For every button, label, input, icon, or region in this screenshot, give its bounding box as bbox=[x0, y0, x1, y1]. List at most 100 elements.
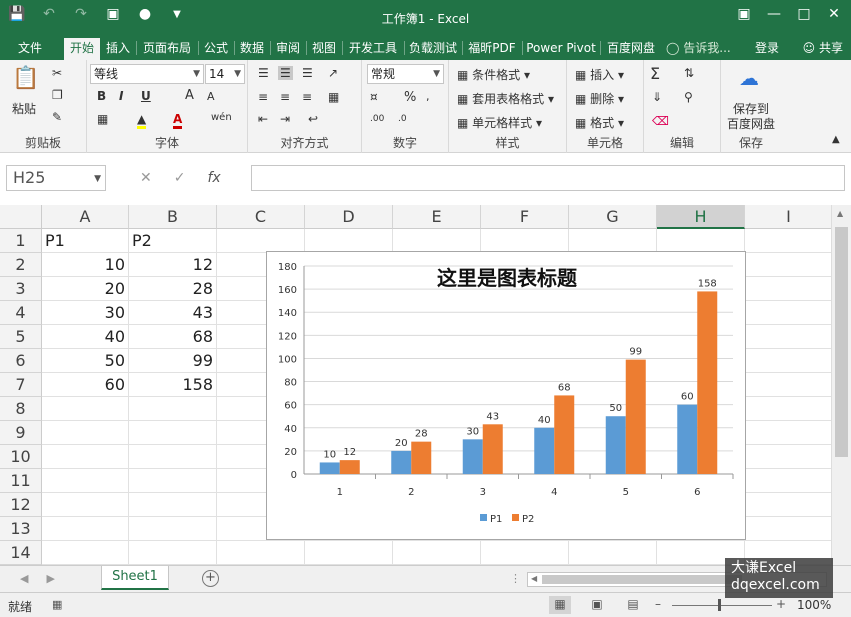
cell-i6[interactable] bbox=[745, 349, 831, 373]
tab-page-layout[interactable]: 页面布局 bbox=[138, 38, 196, 60]
cell-i12[interactable] bbox=[745, 493, 831, 517]
row-header[interactable]: 4 bbox=[0, 301, 42, 325]
cell-d1[interactable] bbox=[305, 229, 393, 253]
cell-i5[interactable] bbox=[745, 325, 831, 349]
cell-a4[interactable]: 30 bbox=[42, 301, 129, 325]
cell-i8[interactable] bbox=[745, 397, 831, 421]
delete-cells-button[interactable]: ▦ 删除 ▾ bbox=[575, 90, 624, 107]
tab-load-test[interactable]: 负载测试 bbox=[406, 38, 460, 60]
cell-i9[interactable] bbox=[745, 421, 831, 445]
row-header[interactable]: 6 bbox=[0, 349, 42, 373]
clear-icon[interactable]: ⌫ bbox=[652, 114, 669, 128]
row-header[interactable]: 7 bbox=[0, 373, 42, 397]
font-color-icon[interactable]: A bbox=[173, 112, 183, 129]
ribbon-display-icon[interactable]: ▣ bbox=[731, 6, 757, 22]
cell-c1[interactable] bbox=[217, 229, 305, 253]
cell-c14[interactable] bbox=[217, 541, 305, 565]
column-header[interactable]: C bbox=[217, 205, 305, 229]
share-button[interactable]: ☺ 共享 bbox=[803, 39, 843, 56]
row-header[interactable]: 9 bbox=[0, 421, 42, 445]
tell-me-box[interactable]: ◯ 告诉我... bbox=[666, 39, 731, 56]
row-header[interactable]: 13 bbox=[0, 517, 42, 541]
row-header[interactable]: 12 bbox=[0, 493, 42, 517]
normal-view-icon[interactable]: ▦ bbox=[549, 596, 571, 614]
cell-b10[interactable] bbox=[129, 445, 217, 469]
cell-i7[interactable] bbox=[745, 373, 831, 397]
cell-i4[interactable] bbox=[745, 301, 831, 325]
vertical-scroll-thumb[interactable] bbox=[835, 227, 848, 457]
formula-input[interactable] bbox=[251, 165, 845, 191]
enter-icon[interactable]: ✓ bbox=[174, 170, 186, 186]
select-all-corner[interactable] bbox=[0, 205, 42, 229]
bold-button[interactable]: B bbox=[97, 89, 106, 103]
percent-button[interactable]: % bbox=[404, 90, 416, 105]
sort-filter-icon[interactable]: ⇅ bbox=[684, 66, 694, 80]
cell-b7[interactable]: 158 bbox=[129, 373, 217, 397]
cell-d14[interactable] bbox=[305, 541, 393, 565]
cell-a12[interactable] bbox=[42, 493, 129, 517]
split-handle-icon[interactable]: ⋮ bbox=[510, 572, 521, 585]
align-bottom-icon[interactable]: ☰ bbox=[302, 66, 313, 80]
align-center-icon[interactable]: ≡ bbox=[280, 90, 290, 104]
italic-button[interactable]: I bbox=[119, 89, 123, 103]
cell-i11[interactable] bbox=[745, 469, 831, 493]
tab-insert[interactable]: 插入 bbox=[102, 38, 134, 60]
underline-button[interactable]: U bbox=[141, 89, 151, 103]
horizontal-scroll-thumb[interactable] bbox=[542, 575, 742, 584]
currency-icon[interactable]: ¤ bbox=[370, 90, 378, 104]
page-layout-view-icon[interactable]: ▣ bbox=[586, 596, 608, 614]
cell-g14[interactable] bbox=[569, 541, 657, 565]
row-header[interactable]: 5 bbox=[0, 325, 42, 349]
cell-b5[interactable]: 68 bbox=[129, 325, 217, 349]
format-painter-icon[interactable]: ✎ bbox=[52, 110, 62, 124]
cell-b4[interactable]: 43 bbox=[129, 301, 217, 325]
font-size-select[interactable]: 14 ▼ bbox=[205, 64, 245, 84]
cell-i2[interactable] bbox=[745, 253, 831, 277]
column-header[interactable]: B bbox=[129, 205, 217, 229]
align-middle-icon[interactable]: ☰ bbox=[278, 66, 293, 80]
number-format-select[interactable]: 常规 ▼ bbox=[367, 64, 444, 84]
cell-i13[interactable] bbox=[745, 517, 831, 541]
conditional-format-button[interactable]: ▦ 条件格式 ▾ bbox=[457, 66, 530, 83]
column-header[interactable]: F bbox=[481, 205, 569, 229]
cell-a1[interactable]: P1 bbox=[42, 229, 129, 253]
cell-a14[interactable] bbox=[42, 541, 129, 565]
save-to-baidu-button-line2[interactable]: 百度网盘 bbox=[727, 115, 775, 132]
decrease-decimal-icon[interactable]: .0 bbox=[398, 114, 407, 124]
macro-record-icon[interactable]: ▦ bbox=[52, 598, 62, 611]
find-select-icon[interactable]: ⚲ bbox=[684, 90, 693, 104]
row-header[interactable]: 3 bbox=[0, 277, 42, 301]
autosum-icon[interactable]: Σ bbox=[650, 64, 660, 83]
zoom-out-icon[interactable]: – bbox=[655, 597, 661, 611]
cell-i10[interactable] bbox=[745, 445, 831, 469]
row-header[interactable]: 2 bbox=[0, 253, 42, 277]
scroll-left-icon[interactable]: ◀ bbox=[531, 574, 537, 583]
cancel-icon[interactable]: ✕ bbox=[140, 170, 152, 186]
add-sheet-icon[interactable]: + bbox=[202, 570, 219, 587]
tab-foxit-pdf[interactable]: 福昕PDF bbox=[464, 38, 520, 60]
zoom-slider-thumb[interactable] bbox=[718, 599, 721, 611]
cell-i1[interactable] bbox=[745, 229, 831, 253]
collapse-ribbon-icon[interactable]: ▲ bbox=[832, 134, 840, 145]
close-icon[interactable]: ✕ bbox=[821, 6, 847, 22]
align-top-icon[interactable]: ☰ bbox=[258, 66, 269, 80]
next-sheet-icon[interactable]: ▶ bbox=[46, 572, 54, 585]
prev-sheet-icon[interactable]: ◀ bbox=[20, 572, 28, 585]
increase-decimal-icon[interactable]: .00 bbox=[370, 114, 384, 124]
paste-button[interactable]: 粘贴 bbox=[12, 100, 36, 117]
cell-a13[interactable] bbox=[42, 517, 129, 541]
copy-icon[interactable]: ❐ bbox=[52, 88, 63, 102]
cell-b9[interactable] bbox=[129, 421, 217, 445]
font-name-select[interactable]: 等线 ▼ bbox=[90, 64, 204, 84]
tab-file[interactable]: 文件 bbox=[8, 38, 52, 60]
name-box[interactable]: H25 ▼ bbox=[6, 165, 106, 191]
align-right-icon[interactable]: ≡ bbox=[302, 90, 312, 104]
zoom-in-icon[interactable]: + bbox=[776, 597, 786, 611]
cell-f1[interactable] bbox=[481, 229, 569, 253]
format-cells-button[interactable]: ▦ 格式 ▾ bbox=[575, 114, 624, 131]
cell-f14[interactable] bbox=[481, 541, 569, 565]
increase-indent-icon[interactable]: ⇥ bbox=[280, 112, 290, 126]
paste-icon[interactable]: 📋 bbox=[12, 66, 39, 91]
cell-b6[interactable]: 99 bbox=[129, 349, 217, 373]
comma-icon[interactable]: , bbox=[426, 90, 430, 103]
